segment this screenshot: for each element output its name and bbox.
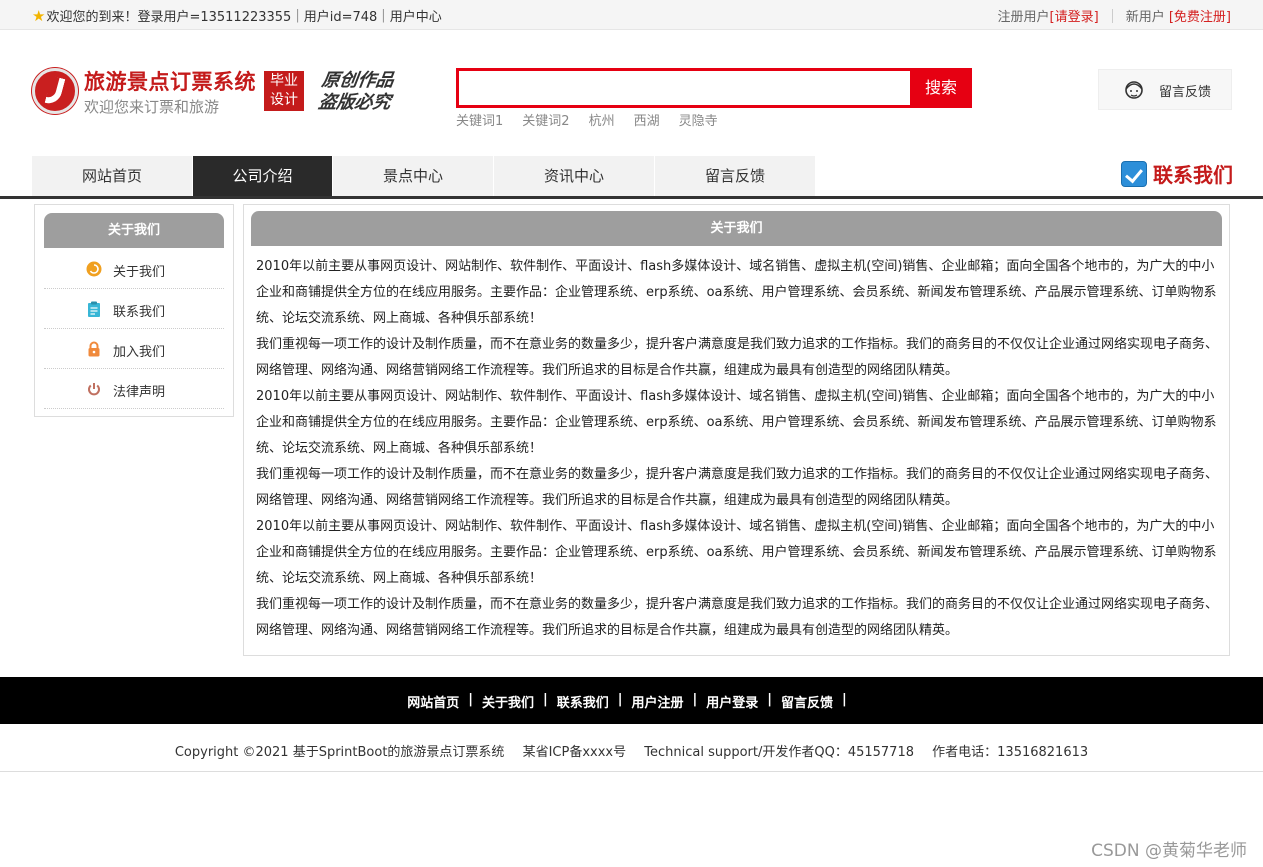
paragraph: 2010年以前主要从事网页设计、网站制作、软件制作、平面设计、flash多媒体设… (256, 389, 1217, 456)
hot-keyword[interactable]: 杭州 (589, 110, 615, 129)
message-feedback-box[interactable]: 留言反馈 (1098, 69, 1232, 110)
main-panel: 关于我们 2010年以前主要从事网页设计、网站制作、软件制作、平面设计、flas… (243, 204, 1230, 656)
welcome-area: ★ 欢迎您的到来！登录用户=13511223355 | 用户id=748 | 用… (32, 6, 442, 26)
badge-line-2: 设计 (270, 92, 298, 108)
site-logo-icon[interactable] (32, 68, 78, 114)
paragraph: 我们重视每一项工作的设计及制作质量，而不在意业务的数量多少，提升客户满意度是我们… (256, 597, 1219, 638)
account-links: 注册用户 [请登录] 新用户 [免费注册] (998, 6, 1231, 25)
slogan-line-1: 原创作品 (320, 70, 396, 91)
main-nav: 网站首页 公司介绍 景点中心 资讯中心 留言反馈 (32, 156, 816, 196)
slogan-line-2: 盗版必究 (317, 92, 392, 113)
footer-link-home[interactable]: 网站首页 (407, 692, 459, 711)
watermark: CSDN @黄菊华老师 (1091, 841, 1247, 861)
user-center-link[interactable]: 用户中心 (390, 6, 442, 25)
paragraph: 2010年以前主要从事网页设计、网站制作、软件制作、平面设计、flash多媒体设… (256, 519, 1217, 586)
user-id-text: 用户id=748 (303, 10, 378, 25)
free-register-link[interactable]: [免费注册] (1169, 6, 1231, 25)
footer-link-register[interactable]: 用户注册 (632, 692, 684, 711)
hot-keyword[interactable]: 关键词2 (522, 110, 569, 129)
icp-text: 某省ICP备xxxx号 (522, 745, 627, 760)
sidebar-item-legal[interactable]: 法律声明 (44, 369, 224, 409)
sidebar-item-label: 联系我们 (113, 305, 166, 320)
lock-icon (88, 341, 100, 357)
copyright-line: Copyright ©2021 基于SprintBoot的旅游景点订票系统 某省… (0, 741, 1263, 760)
paragraph: 我们重视每一项工作的设计及制作质量，而不在意业务的数量多少，提升客户满意度是我们… (256, 337, 1219, 378)
hot-keyword[interactable]: 西湖 (634, 110, 660, 129)
contact-us-link[interactable]: 联系我们 (1121, 159, 1233, 188)
sidebar-item-label: 关于我们 (113, 265, 166, 280)
hot-keyword[interactable]: 关键词1 (456, 110, 503, 129)
site-title[interactable]: 旅游景点订票系统 (84, 66, 256, 96)
sidebar-item-contact[interactable]: 联系我们 (44, 289, 224, 329)
hot-keyword[interactable]: 灵隐寺 (679, 110, 718, 129)
top-bar: ★ 欢迎您的到来！登录用户=13511223355 | 用户id=748 | 用… (0, 0, 1263, 30)
power-icon (88, 383, 100, 396)
sidebar-title: 关于我们 (44, 213, 224, 248)
welcome-text: 欢迎您的到来！登录用户=13511223355 (46, 10, 292, 25)
graduation-design-badge: 毕业 设计 (264, 71, 304, 111)
login-link[interactable]: [请登录] (1050, 6, 1099, 25)
checkmark-icon (1121, 160, 1147, 187)
sidebar-list: 关于我们 联系我们 加入我们 法律声明 (44, 249, 224, 409)
copyright-text: Copyright ©2021 基于SprintBoot的旅游景点订票系统 (174, 745, 505, 760)
sidebar-item-label: 加入我们 (113, 345, 166, 360)
search-box: 搜索 (456, 68, 972, 108)
nav-item-feedback[interactable]: 留言反馈 (655, 156, 816, 196)
customer-service-icon (1125, 81, 1143, 99)
contact-us-label: 联系我们 (1153, 163, 1233, 187)
message-feedback-label: 留言反馈 (1159, 85, 1212, 100)
slogan: 原创作品 盗版必究 (317, 70, 407, 114)
search-input[interactable] (459, 71, 911, 105)
main-panel-title: 关于我们 (251, 211, 1222, 246)
footer-link-about[interactable]: 关于我们 (482, 692, 534, 711)
support-text: Technical support/开发作者QQ：45157718 (644, 745, 915, 760)
hot-keywords: 关键词1 关键词2 杭州 西湖 灵隐寺 (456, 110, 718, 129)
info-icon (86, 261, 102, 277)
sidebar-item-label: 法律声明 (113, 385, 166, 400)
nav-item-company[interactable]: 公司介绍 (193, 156, 333, 196)
new-user-label: 新用户 (1125, 10, 1165, 25)
paragraph: 2010年以前主要从事网页设计、网站制作、软件制作、平面设计、flash多媒体设… (256, 259, 1217, 326)
nav-item-news[interactable]: 资讯中心 (494, 156, 655, 196)
footer-bar: 网站首页 | 关于我们 | 联系我们 | 用户注册 | 用户登录 | 留言反馈 | (0, 677, 1263, 724)
search-button[interactable]: 搜索 (910, 68, 972, 108)
sidebar: 关于我们 关于我们 联系我们 加入我们 法律声明 (34, 204, 234, 417)
sidebar-item-join[interactable]: 加入我们 (44, 329, 224, 369)
paragraph: 我们重视每一项工作的设计及制作质量，而不在意业务的数量多少，提升客户满意度是我们… (256, 467, 1219, 508)
star-icon: ★ (32, 6, 46, 25)
nav-item-attractions[interactable]: 景点中心 (333, 156, 494, 196)
phone-text: 作者电话：13516821613 (932, 745, 1089, 760)
footer-links: 网站首页 | 关于我们 | 联系我们 | 用户注册 | 用户登录 | 留言反馈 | (407, 692, 847, 711)
sidebar-item-about[interactable]: 关于我们 (44, 249, 224, 289)
footer-link-contact[interactable]: 联系我们 (557, 692, 609, 711)
footer-link-login[interactable]: 用户登录 (706, 692, 758, 711)
register-user-label: 注册用户 (997, 10, 1050, 25)
footer-divider (0, 771, 1263, 772)
clipboard-icon (88, 301, 100, 317)
badge-line-1: 毕业 (270, 73, 298, 89)
nav-underline (0, 196, 1263, 199)
divider (1111, 8, 1113, 23)
site-subtitle: 欢迎您来订票和旅游 (84, 98, 220, 116)
nav-item-home[interactable]: 网站首页 (32, 156, 193, 196)
footer-link-feedback[interactable]: 留言反馈 (781, 692, 833, 711)
article-content: 2010年以前主要从事网页设计、网站制作、软件制作、平面设计、flash多媒体设… (256, 254, 1218, 644)
